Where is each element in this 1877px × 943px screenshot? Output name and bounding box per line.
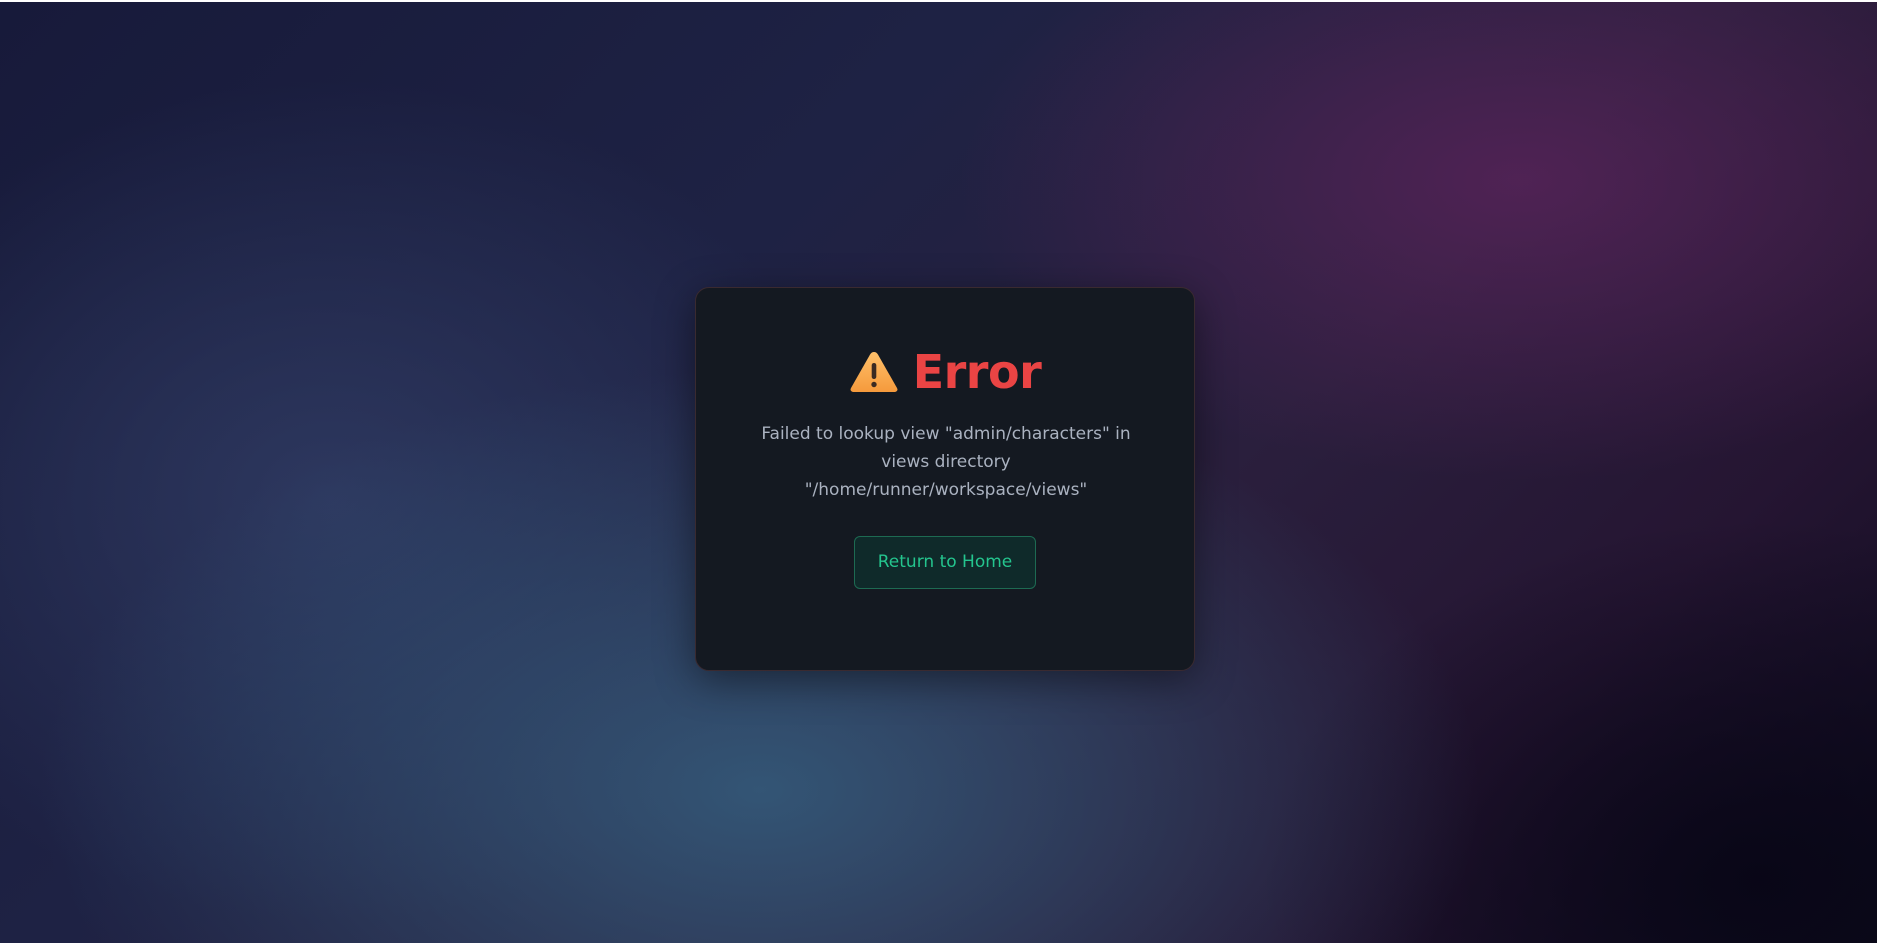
error-card: Error Failed to lookup view "admin/chara… [695,287,1195,671]
top-edge-line [0,0,1877,2]
warning-icon [849,350,899,394]
error-title-row: Error [696,344,1194,400]
error-message: Failed to lookup view "admin/characters"… [761,424,1131,500]
error-title: Error [912,345,1042,399]
return-home-button[interactable]: Return to Home [854,536,1036,589]
